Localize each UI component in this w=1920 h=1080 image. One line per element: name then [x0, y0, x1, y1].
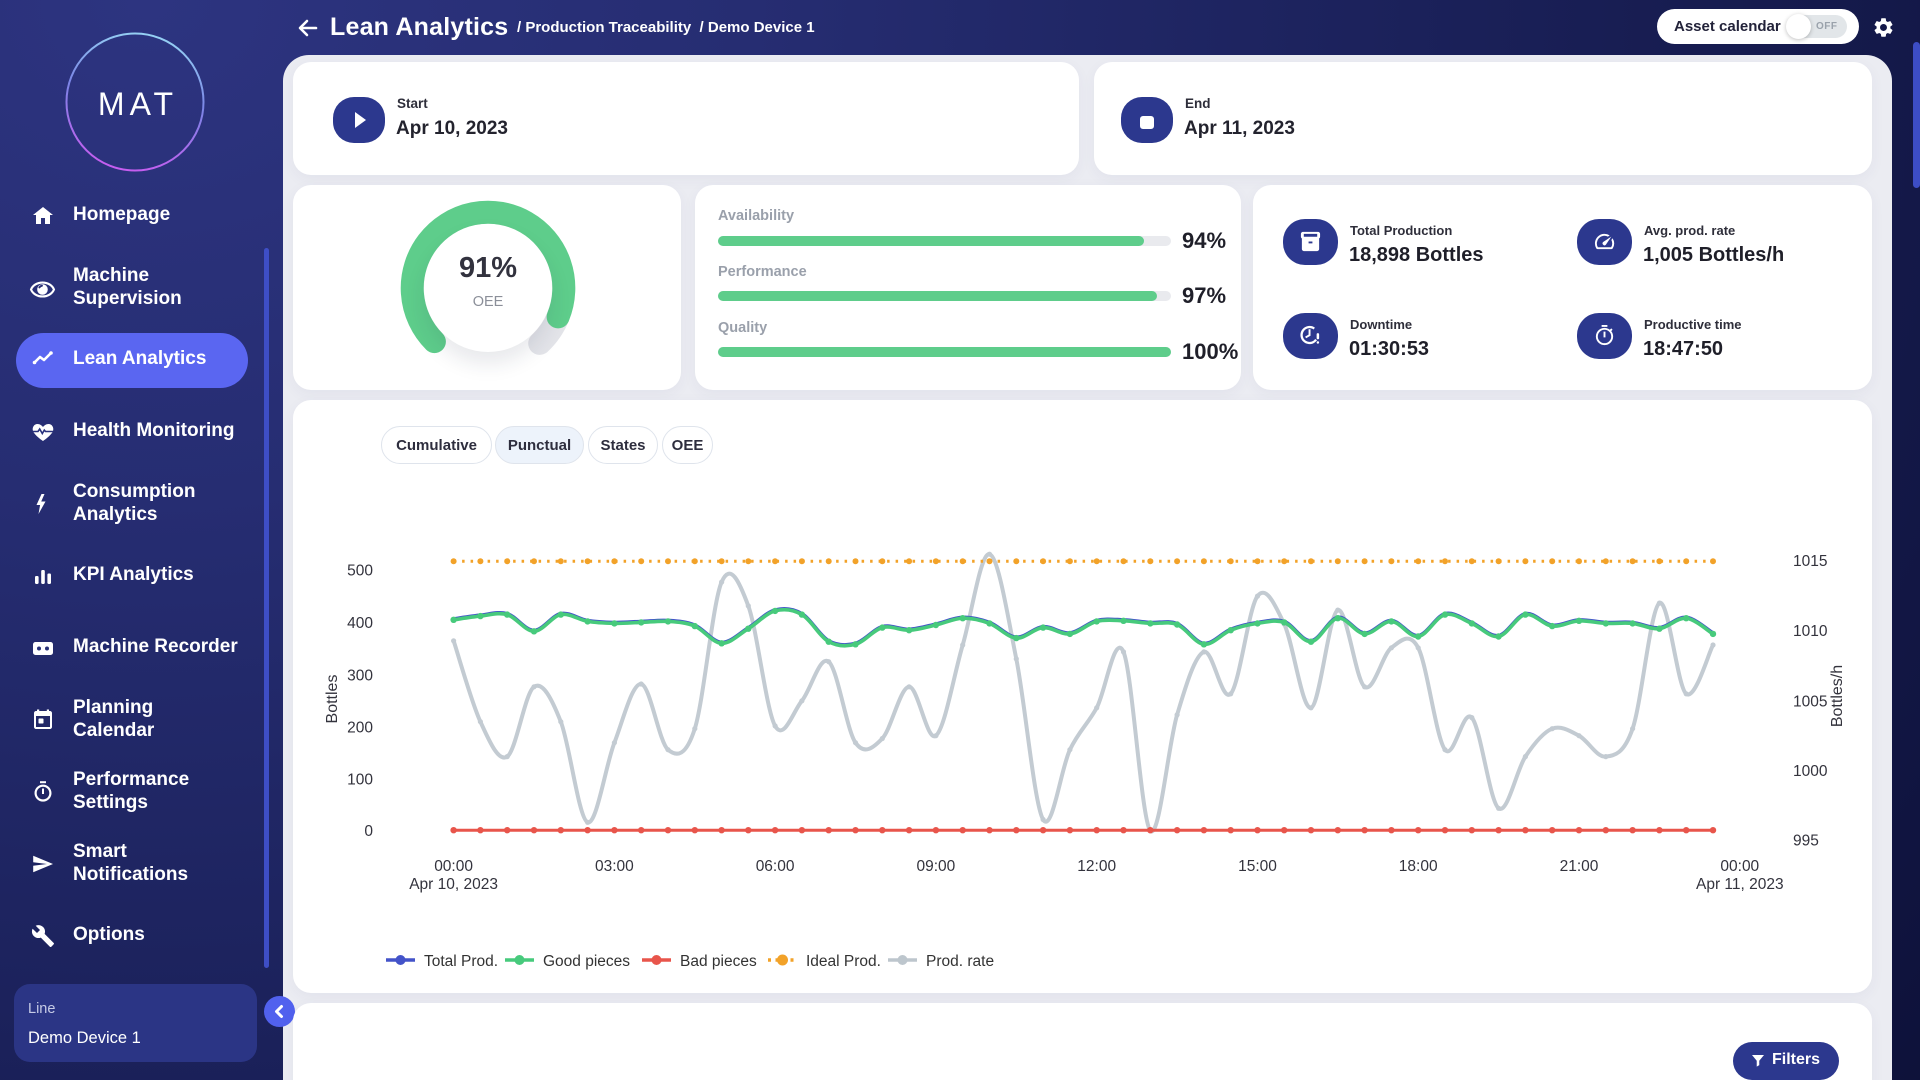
svg-text:100: 100 [347, 772, 373, 789]
svg-text:0: 0 [364, 823, 373, 840]
svg-text:00:00: 00:00 [434, 858, 473, 875]
svg-text:1010: 1010 [1793, 623, 1828, 640]
svg-text:12:00: 12:00 [1077, 858, 1116, 875]
svg-text:Good pieces: Good pieces [543, 953, 630, 970]
svg-text:09:00: 09:00 [917, 858, 956, 875]
svg-text:Bottles/h: Bottles/h [1829, 665, 1846, 727]
svg-text:Ideal Prod.: Ideal Prod. [806, 953, 881, 970]
svg-text:Bad pieces: Bad pieces [680, 953, 757, 970]
svg-text:21:00: 21:00 [1560, 858, 1599, 875]
svg-text:300: 300 [347, 668, 373, 685]
svg-text:18:00: 18:00 [1399, 858, 1438, 875]
svg-text:03:00: 03:00 [595, 858, 634, 875]
svg-text:15:00: 15:00 [1238, 858, 1277, 875]
svg-text:Prod. rate: Prod. rate [926, 953, 994, 970]
svg-text:1015: 1015 [1793, 553, 1827, 570]
svg-text:995: 995 [1793, 832, 1819, 849]
svg-text:06:00: 06:00 [756, 858, 795, 875]
svg-text:400: 400 [347, 615, 373, 632]
svg-text:1005: 1005 [1793, 693, 1827, 710]
svg-text:200: 200 [347, 720, 373, 737]
svg-text:Bottles: Bottles [324, 675, 341, 724]
svg-text:500: 500 [347, 562, 373, 579]
svg-text:MAT: MAT [98, 86, 178, 122]
svg-text:Apr 11, 2023: Apr 11, 2023 [1696, 876, 1784, 893]
svg-text:Apr 10, 2023: Apr 10, 2023 [409, 876, 498, 893]
svg-text:Total Prod.: Total Prod. [424, 953, 498, 970]
svg-text:00:00: 00:00 [1720, 858, 1759, 875]
svg-text:1000: 1000 [1793, 763, 1828, 780]
